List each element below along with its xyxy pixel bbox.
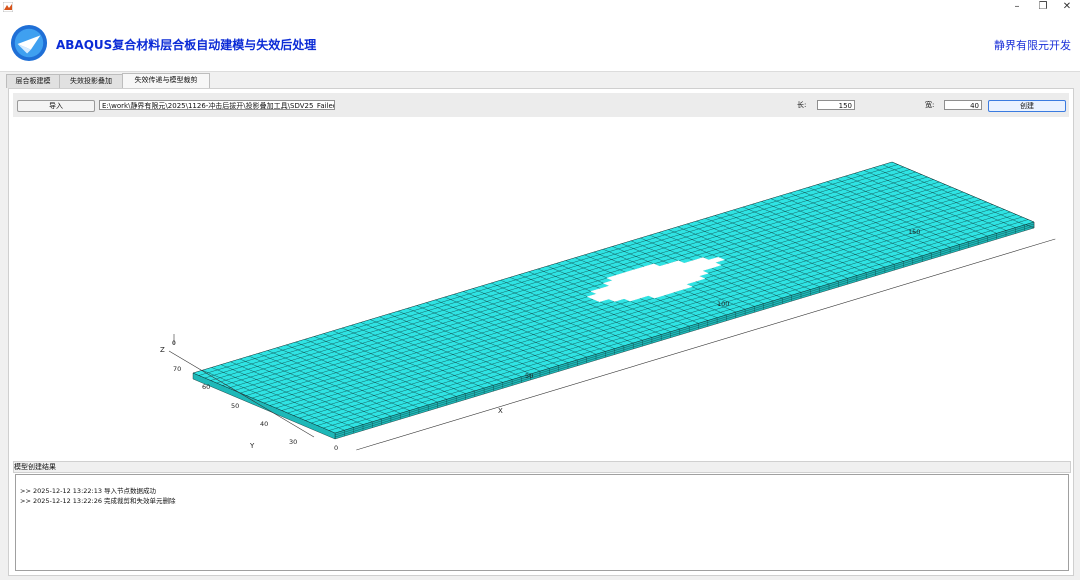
tab-laminate-modeling[interactable]: 层合板建模 (6, 74, 60, 88)
restore-button[interactable]: ❐ (1030, 0, 1056, 14)
width-label: 宽: (925, 101, 935, 109)
matlab-app-icon (3, 2, 13, 12)
close-button[interactable]: ✕ (1054, 0, 1080, 14)
app-logo (10, 24, 48, 62)
main-panel: 导入 E:\work\静界有限元\2025\1126-冲击后拔开\投影叠加工具\… (8, 88, 1074, 576)
laminate-mesh (192, 161, 1035, 440)
log-panel-title: 模型创建结果 (13, 461, 1071, 473)
y-axis-title: Y (249, 442, 255, 450)
y-tick-label: 30 (289, 438, 297, 446)
tab-failure-projection[interactable]: 失效投影叠加 (59, 74, 123, 88)
log-line: >> 2025-12-12 13:22:13 导入节点数据成功 (20, 487, 157, 495)
y-tick-label: 50 (231, 402, 239, 410)
log-output[interactable]: >> 2025-12-12 13:22:13 导入节点数据成功 >> 2025-… (15, 474, 1069, 571)
import-button[interactable]: 导入 (17, 100, 95, 112)
y-tick-label: 60 (202, 383, 210, 391)
toolbar: 导入 E:\work\静界有限元\2025\1126-冲击后拔开\投影叠加工具\… (13, 93, 1069, 117)
x-tick-label: 50 (525, 372, 533, 380)
width-input[interactable]: 40 (944, 100, 982, 110)
x-tick-label: 150 (908, 228, 920, 236)
window-titlebar: – ❐ ✕ (0, 0, 1080, 14)
y-tick-label: 40 (260, 420, 268, 428)
app-header: ABAQUS复合材料层合板自动建模与失效后处理 静界有限元开发 (0, 14, 1080, 72)
file-path-field[interactable]: E:\work\静界有限元\2025\1126-冲击后拔开\投影叠加工具\SDV… (99, 100, 335, 110)
z-tick-label: 0 (172, 340, 176, 347)
brand-text: 静界有限元开发 (994, 39, 1071, 52)
x-axis-title: X (498, 407, 503, 415)
mesh-3d-view[interactable]: 0 50 100 150 X 30 40 50 60 70 Y 0 Z (9, 119, 1073, 459)
length-input[interactable]: 150 (817, 100, 855, 110)
app-title: ABAQUS复合材料层合板自动建模与失效后处理 (56, 38, 317, 52)
z-axis-title: Z (160, 346, 165, 354)
log-line: >> 2025-12-12 13:22:26 完成裁剪和失效单元删除 (20, 497, 176, 505)
length-label: 长: (797, 101, 807, 109)
tab-failure-transfer[interactable]: 失效传递与模型裁剪 (122, 73, 210, 89)
create-button[interactable]: 创建 (988, 100, 1066, 112)
minimize-button[interactable]: – (1004, 0, 1030, 14)
y-tick-label: 70 (173, 365, 181, 373)
x-tick-label: 0 (334, 444, 338, 452)
x-tick-label: 100 (717, 300, 729, 308)
